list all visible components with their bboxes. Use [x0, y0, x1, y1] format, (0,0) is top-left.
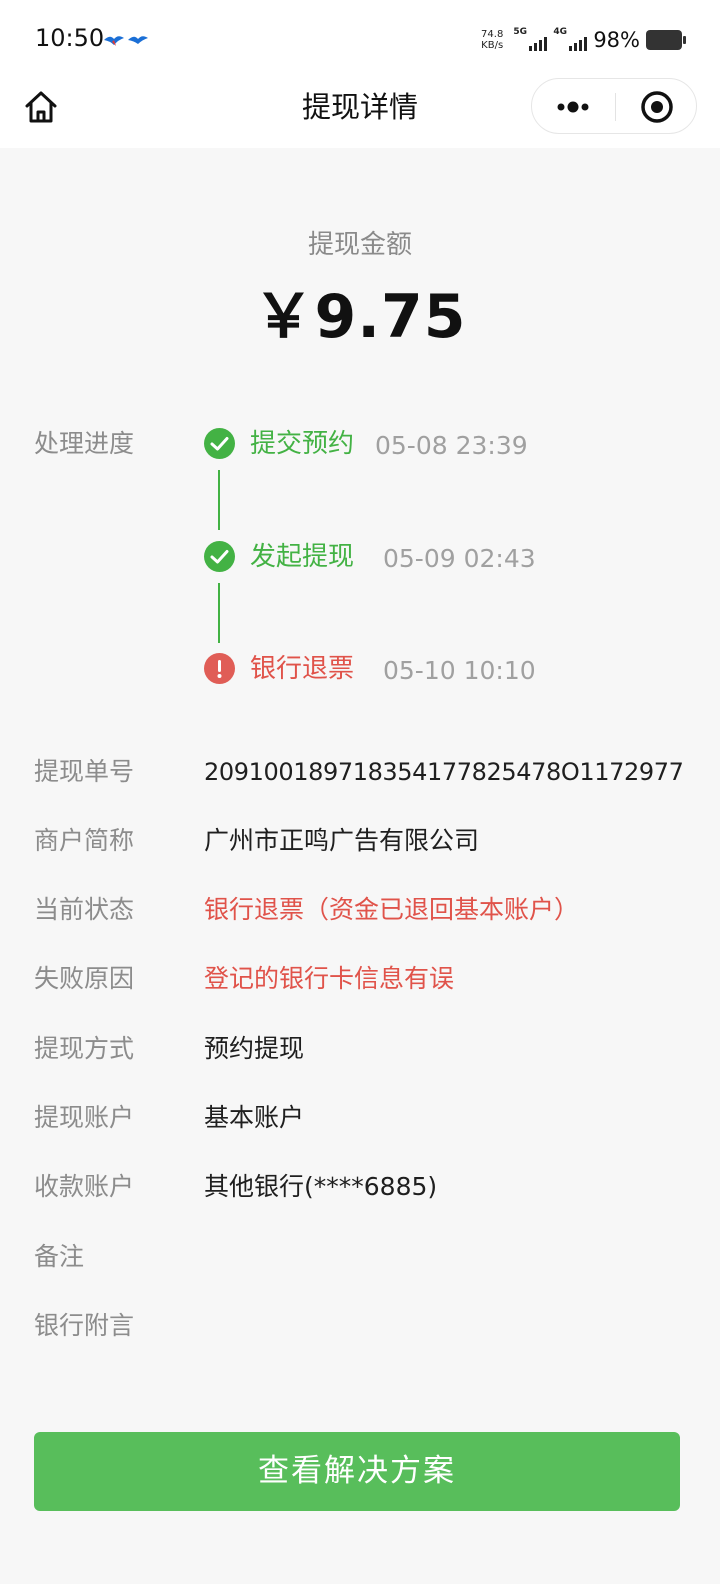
progress-step-name: 提交预约 — [250, 429, 355, 459]
network-speed: 74.8 KB/s — [481, 29, 503, 51]
current-status-value: 银行退票（资金已退回基本账户） — [204, 895, 580, 924]
signal-4g-label: 4G — [553, 27, 567, 37]
progress-step-time: 05-10 10:10 — [383, 656, 536, 685]
progress-label: 处理进度 — [34, 429, 135, 458]
amount-label: 提现金额 — [307, 230, 412, 260]
network-speed-unit: KB/s — [481, 40, 504, 51]
progress-step-time: 05-08 23:39 — [375, 431, 528, 460]
mini-program-capsule — [531, 78, 697, 134]
progress-connector — [218, 470, 220, 530]
receiving-account-label: 收款账户 — [34, 1172, 135, 1201]
withdraw-id-label: 提现单号 — [34, 757, 135, 786]
withdraw-method-label: 提现方式 — [34, 1034, 135, 1063]
bank-note-label: 银行附言 — [34, 1311, 135, 1340]
withdraw-account-value: 基本账户 — [204, 1103, 305, 1132]
status-time: 10:50 — [35, 24, 105, 52]
failure-reason-value: 登记的银行卡信息有误 — [204, 964, 455, 993]
withdraw-method-value: 预约提现 — [204, 1034, 305, 1063]
view-solution-button[interactable]: 查看解决方案 — [34, 1432, 680, 1511]
current-status-label: 当前状态 — [34, 895, 135, 924]
network-speed-value: 74.8 — [481, 29, 504, 40]
status-indicators: 74.8 KB/s 5G 4G 98% — [481, 26, 686, 54]
error-icon — [204, 653, 235, 684]
withdraw-id-value: 209100189718354177825478O1172977 — [204, 758, 684, 786]
failure-reason-label: 失败原因 — [34, 964, 135, 993]
status-bar: 10:50 74.8 KB/s 5G 4G 98% — [0, 0, 720, 80]
remark-label: 备注 — [34, 1242, 85, 1271]
withdraw-account-label: 提现账户 — [34, 1103, 135, 1132]
battery-icon — [646, 30, 686, 50]
receiving-account-value: 其他银行(****6885) — [204, 1172, 438, 1201]
check-icon — [204, 541, 235, 572]
signal-4g-icon: 4G — [553, 27, 588, 53]
progress-step-name: 银行退票 — [250, 654, 355, 684]
top-bar: 10:50 74.8 KB/s 5G 4G 98% 提现详情 — [0, 0, 720, 148]
signal-5g-icon: 5G — [513, 27, 548, 53]
check-icon — [204, 428, 235, 459]
target-icon[interactable] — [616, 79, 697, 133]
progress-connector — [218, 583, 220, 643]
signal-5g-label: 5G — [513, 27, 527, 37]
merchant-name-value: 广州市正鸣广告有限公司 — [204, 826, 480, 855]
amount-value: ￥9.75 — [253, 282, 467, 352]
more-dots-icon[interactable] — [532, 79, 615, 133]
progress-step-time: 05-09 02:43 — [383, 544, 536, 573]
progress-step-name: 发起提现 — [250, 542, 355, 572]
notification-bird-icon — [104, 36, 148, 46]
battery-percent: 98% — [593, 28, 640, 52]
merchant-name-label: 商户简称 — [34, 826, 135, 855]
